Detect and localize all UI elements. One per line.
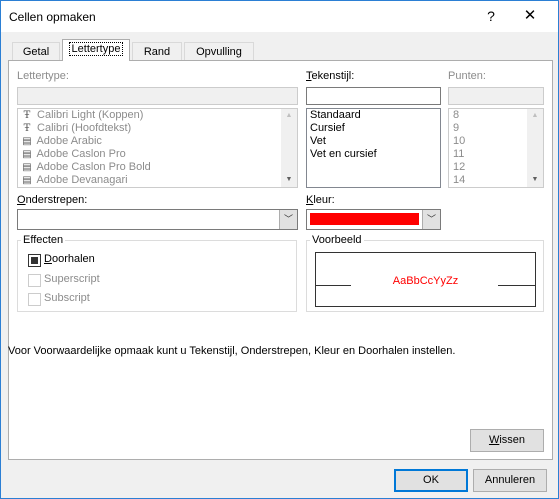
window-title: Cellen opmaken <box>9 10 96 24</box>
scroll-up-arrow-icon[interactable]: ▲ <box>281 109 297 123</box>
style-list-item[interactable]: Vet en cursief <box>307 148 440 161</box>
tab-lettertype[interactable]: Lettertype <box>62 39 130 61</box>
truetype-icon: Ŧ <box>23 110 31 121</box>
checkbox-subscript[interactable] <box>28 293 41 306</box>
clear-accel: W <box>488 434 500 446</box>
tab-opvulling[interactable]: Opvulling <box>184 42 254 61</box>
font-list-item[interactable]: ▤ Adobe Devanagari <box>18 174 297 187</box>
font-label: Lettertype: <box>17 70 69 82</box>
close-icon: ✕ <box>523 7 537 24</box>
style-label: Tekenstijl: <box>306 70 355 82</box>
checkbox-label: Superscript <box>44 273 100 285</box>
chevron-down-icon[interactable]: ﹀ <box>422 210 440 229</box>
underline-dropdown[interactable]: ﹀ <box>17 209 298 230</box>
size-list-scrollbar[interactable]: ▲ ▼ <box>527 109 543 187</box>
help-icon: ? <box>487 8 495 24</box>
truetype-icon: Ŧ <box>23 123 31 134</box>
ok-button[interactable]: OK <box>394 469 468 492</box>
opentype-icon: ▤ <box>22 162 32 173</box>
color-label-text: leur: <box>313 194 335 206</box>
font-list-scrollbar[interactable]: ▲ ▼ <box>281 109 297 187</box>
checkbox-label: Doorhalen <box>44 253 95 265</box>
checkbox-doorhalen[interactable] <box>28 254 41 267</box>
scroll-up-arrow-icon[interactable]: ▲ <box>527 109 543 123</box>
format-cells-dialog: Cellen opmaken ? ✕ Getal Lettertype Rand… <box>0 0 559 499</box>
font-input[interactable] <box>17 87 298 105</box>
opentype-icon: ▤ <box>22 136 32 147</box>
scroll-down-arrow-icon[interactable]: ▼ <box>281 173 297 187</box>
tab-label: Lettertype <box>68 42 124 56</box>
tab-label: Rand <box>143 46 171 58</box>
font-list-item[interactable]: ▤ Adobe Arabic <box>18 135 297 148</box>
opentype-icon: ▤ <box>22 149 32 160</box>
tab-label: Getal <box>22 46 50 58</box>
font-name: Adobe Devanagari <box>34 174 128 186</box>
checkbox-label: Subscript <box>44 292 90 304</box>
preview-box: AaBbCcYyZz <box>315 252 536 307</box>
font-name: Adobe Caslon Pro <box>34 148 126 160</box>
font-list-item[interactable]: ▤ Adobe Caslon Pro <box>18 148 297 161</box>
preview-sample-text: AaBbCcYyZz <box>392 275 459 287</box>
font-items: Ŧ Calibri Light (Koppen) Ŧ Calibri (Hoofd… <box>18 109 297 187</box>
tab-panel: Lettertype: Ŧ Calibri Light (Koppen) Ŧ Ca… <box>8 60 553 460</box>
tab-rand[interactable]: Rand <box>132 42 182 61</box>
size-label: Punten: <box>448 70 486 82</box>
style-items: Standaard Cursief Vet Vet en cursief <box>307 109 440 161</box>
clear-label: issen <box>499 434 526 446</box>
color-dropdown[interactable]: ﹀ <box>306 209 441 230</box>
underline-label-text: nderstrepen: <box>25 194 88 206</box>
font-list[interactable]: Ŧ Calibri Light (Koppen) Ŧ Calibri (Hoofd… <box>17 108 298 188</box>
effects-legend: Effecten <box>21 234 66 246</box>
style-list[interactable]: Standaard Cursief Vet Vet en cursief <box>306 108 441 188</box>
font-name: Calibri Light (Koppen) <box>34 109 144 121</box>
cancel-button[interactable]: Annuleren <box>473 469 547 492</box>
color-swatch <box>310 213 419 225</box>
style-label-text: ekenstijl: <box>311 70 355 82</box>
font-name: Calibri (Hoofdtekst) <box>34 122 132 134</box>
font-name: Adobe Caslon Pro Bold <box>34 161 151 173</box>
chevron-down-icon[interactable]: ﹀ <box>279 210 297 229</box>
info-text: Voor Voorwaardelijke opmaak kunt u Teken… <box>8 345 456 357</box>
close-button[interactable]: ✕ <box>519 6 541 26</box>
scroll-down-arrow-icon[interactable]: ▼ <box>527 173 543 187</box>
size-input[interactable] <box>448 87 544 105</box>
font-list-item[interactable]: Ŧ Calibri (Hoofdtekst) <box>18 122 297 135</box>
font-list-item[interactable]: ▤ Adobe Caslon Pro Bold <box>18 161 297 174</box>
checkbox-superscript[interactable] <box>28 274 41 287</box>
font-list-item[interactable]: Ŧ Calibri Light (Koppen) <box>18 109 297 122</box>
style-list-item[interactable]: Vet <box>307 135 440 148</box>
font-name: Adobe Arabic <box>34 135 102 147</box>
style-input[interactable] <box>306 87 441 105</box>
tab-label: Opvulling <box>196 46 242 58</box>
clear-button[interactable]: Wissen <box>470 429 544 452</box>
help-button[interactable]: ? <box>480 6 502 26</box>
style-list-item[interactable]: Cursief <box>307 122 440 135</box>
opentype-icon: ▤ <box>22 175 32 186</box>
title-bar: Cellen opmaken ? ✕ <box>1 1 558 32</box>
color-label: Kleur: <box>306 194 335 206</box>
style-list-item[interactable]: Standaard <box>307 109 440 122</box>
underline-label: Onderstrepen: <box>17 194 88 206</box>
size-list[interactable]: 8 9 10 11 12 14 ▲ ▼ <box>448 108 544 188</box>
preview-legend: Voorbeeld <box>310 234 364 246</box>
tab-getal[interactable]: Getal <box>12 42 60 61</box>
